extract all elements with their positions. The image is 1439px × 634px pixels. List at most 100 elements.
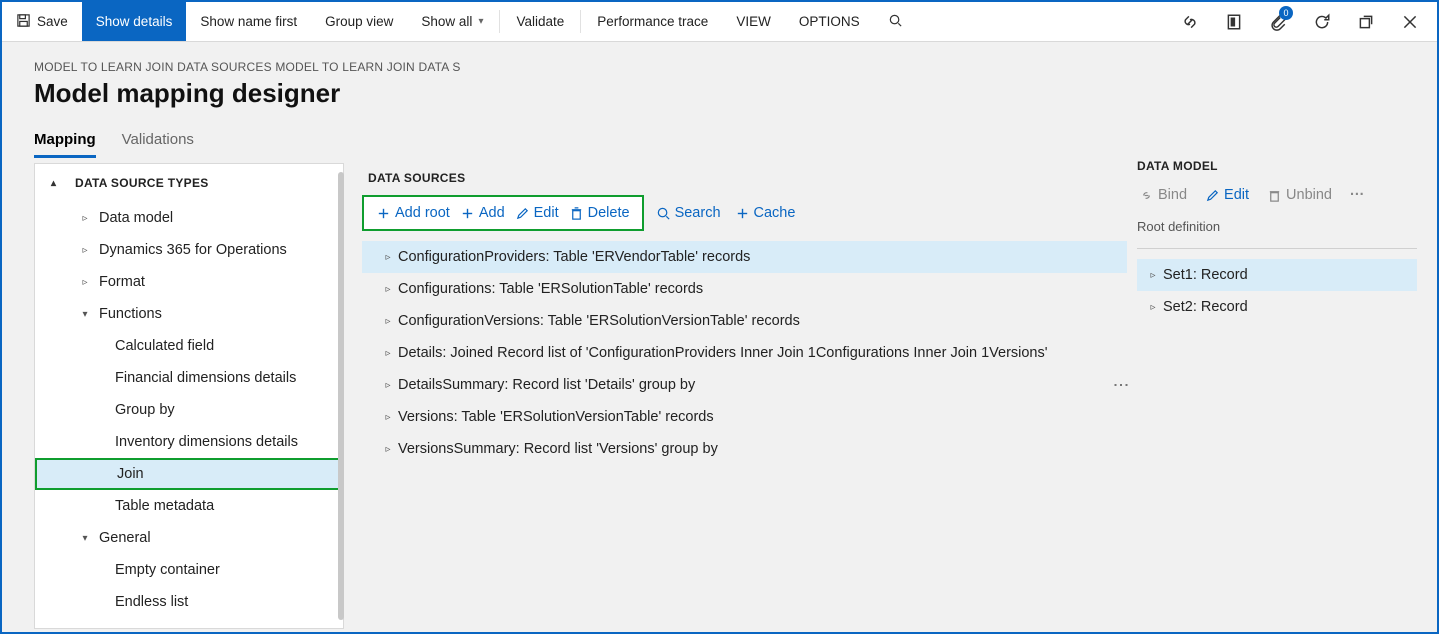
expand-icon: ▹ [378, 252, 398, 263]
data-model-tree: ▹Set1: Record ▹Set2: Record [1137, 259, 1417, 323]
tab-mapping-label: Mapping [34, 131, 96, 148]
options-menu[interactable]: OPTIONS [785, 2, 874, 41]
tree-data-model[interactable]: ▹Data model [35, 202, 343, 234]
attachments-badge: 0 [1279, 6, 1293, 20]
add-root-button[interactable]: Add root [374, 203, 452, 223]
dm-row-label: Set2: Record [1163, 299, 1248, 315]
dm-row[interactable]: ▹Set1: Record [1137, 259, 1417, 291]
tree-label: Group by [111, 402, 175, 418]
tree-join[interactable]: Join [35, 458, 343, 490]
ds-row[interactable]: ▹Versions: Table 'ERSolutionVersionTable… [362, 401, 1127, 433]
expand-icon: ▹ [378, 444, 398, 455]
tree-label: Dynamics 365 for Operations [95, 242, 287, 258]
tree-calculated-field[interactable]: Calculated field [35, 330, 343, 362]
tabs: Mapping Validations [2, 117, 1437, 159]
tree-inventory-dimensions[interactable]: Inventory dimensions details [35, 426, 343, 458]
add-label: Add [479, 205, 505, 221]
group-view-button[interactable]: Group view [311, 2, 407, 41]
edit-button[interactable]: Edit [513, 203, 561, 223]
view-label: VIEW [736, 14, 771, 29]
tree-endless-list[interactable]: Endless list [35, 586, 343, 618]
data-source-types-panel: ▴ DATA SOURCE TYPES ▹Data model ▹Dynamic… [34, 163, 344, 629]
tree-table-metadata[interactable]: Table metadata [35, 490, 343, 522]
more-dm-button[interactable]: ··· [1348, 185, 1367, 205]
ds-row-label: Configurations: Table 'ERSolutionTable' … [398, 281, 703, 297]
show-all-button[interactable]: Show all ▾ [407, 2, 497, 41]
tree-functions[interactable]: ▾Functions [35, 298, 343, 330]
collapse-icon: ▾ [75, 309, 95, 320]
unbind-button[interactable]: Unbind [1265, 185, 1334, 205]
expand-icon: ▹ [1143, 270, 1163, 281]
chevron-down-icon: ▾ [478, 16, 483, 27]
expand-icon: ▹ [378, 316, 398, 327]
add-root-label: Add root [395, 205, 450, 221]
office-icon[interactable] [1217, 2, 1251, 42]
show-name-first-button[interactable]: Show name first [186, 2, 311, 41]
popout-icon[interactable] [1349, 2, 1383, 42]
ds-row[interactable]: ▹Configurations: Table 'ERSolutionTable'… [362, 273, 1127, 305]
close-icon[interactable] [1393, 2, 1427, 42]
tree-label: Data model [95, 210, 173, 226]
separator [580, 10, 581, 33]
ds-row[interactable]: ▹ConfigurationVersions: Table 'ERSolutio… [362, 305, 1127, 337]
ds-row[interactable]: ▹VersionsSummary: Record list 'Versions'… [362, 433, 1127, 465]
search-icon [888, 13, 903, 31]
collapse-icon: ▴ [51, 178, 56, 189]
tab-mapping[interactable]: Mapping [34, 123, 96, 158]
ds-row[interactable]: ▹Details: Joined Record list of 'Configu… [362, 337, 1127, 369]
tree-label: Functions [95, 306, 162, 322]
link-icon[interactable] [1173, 2, 1207, 42]
save-button[interactable]: Save [2, 2, 82, 41]
tree-label: Endless list [111, 594, 188, 610]
add-button[interactable]: Add [458, 203, 507, 223]
view-menu[interactable]: VIEW [722, 2, 785, 41]
bind-label: Bind [1158, 187, 1187, 203]
ds-row[interactable]: ▹ConfigurationProviders: Table 'ERVendor… [362, 241, 1127, 273]
tree-group-by[interactable]: Group by [35, 394, 343, 426]
performance-trace-button[interactable]: Performance trace [583, 2, 722, 41]
cache-button[interactable]: Cache [733, 203, 798, 223]
data-sources-panel: DATA SOURCES Add root Add Edit Delete Se… [344, 159, 1137, 629]
attachments-icon[interactable]: 0 [1261, 2, 1295, 42]
show-details-button[interactable]: Show details [82, 2, 187, 41]
edit-dm-button[interactable]: Edit [1203, 185, 1251, 205]
root-definition[interactable]: Root definition [1137, 211, 1417, 249]
tab-validations[interactable]: Validations [122, 123, 194, 158]
tree-label: Join [113, 466, 144, 482]
expand-icon: ▹ [378, 380, 398, 391]
ds-row[interactable]: ▹DetailsSummary: Record list 'Details' g… [362, 369, 1127, 401]
dm-row-label: Set1: Record [1163, 267, 1248, 283]
ds-row-label: DetailsSummary: Record list 'Details' gr… [398, 377, 695, 393]
tree-empty-container[interactable]: Empty container [35, 554, 343, 586]
data-source-types-header[interactable]: ▴ DATA SOURCE TYPES [35, 164, 343, 202]
delete-label: Delete [588, 205, 630, 221]
expand-icon: ▹ [378, 348, 398, 359]
tree-d365[interactable]: ▹Dynamics 365 for Operations [35, 234, 343, 266]
separator [499, 10, 500, 33]
edit-label: Edit [534, 205, 559, 221]
search-button-ds[interactable]: Search [654, 203, 723, 223]
bind-button[interactable]: Bind [1137, 185, 1189, 205]
data-sources-list: ▹ConfigurationProviders: Table 'ERVendor… [362, 241, 1127, 465]
search-label: Search [675, 205, 721, 221]
data-sources-toolbar-extra: Search Cache [654, 203, 798, 223]
cache-label: Cache [754, 205, 796, 221]
tree-label: Empty container [111, 562, 220, 578]
search-button[interactable] [874, 2, 917, 41]
tree-label: Financial dimensions details [111, 370, 296, 386]
tree-general[interactable]: ▾General [35, 522, 343, 554]
ds-row-label: ConfigurationProviders: Table 'ERVendorT… [398, 249, 750, 265]
tree-label: Inventory dimensions details [111, 434, 298, 450]
tree-format[interactable]: ▹Format [35, 266, 343, 298]
delete-button[interactable]: Delete [567, 203, 632, 223]
dm-row[interactable]: ▹Set2: Record [1137, 291, 1417, 323]
data-source-types-tree: ▹Data model ▹Dynamics 365 for Operations… [35, 202, 343, 618]
tree-label: Format [95, 274, 145, 290]
refresh-icon[interactable] [1305, 2, 1339, 42]
more-icon[interactable]: ⋮ [1117, 377, 1123, 393]
ds-row-label: Versions: Table 'ERSolutionVersionTable'… [398, 409, 714, 425]
ds-row-label: Details: Joined Record list of 'Configur… [398, 345, 1048, 361]
validate-button[interactable]: Validate [502, 2, 578, 41]
page-title: Model mapping designer [34, 78, 1415, 109]
tree-financial-dimensions[interactable]: Financial dimensions details [35, 362, 343, 394]
